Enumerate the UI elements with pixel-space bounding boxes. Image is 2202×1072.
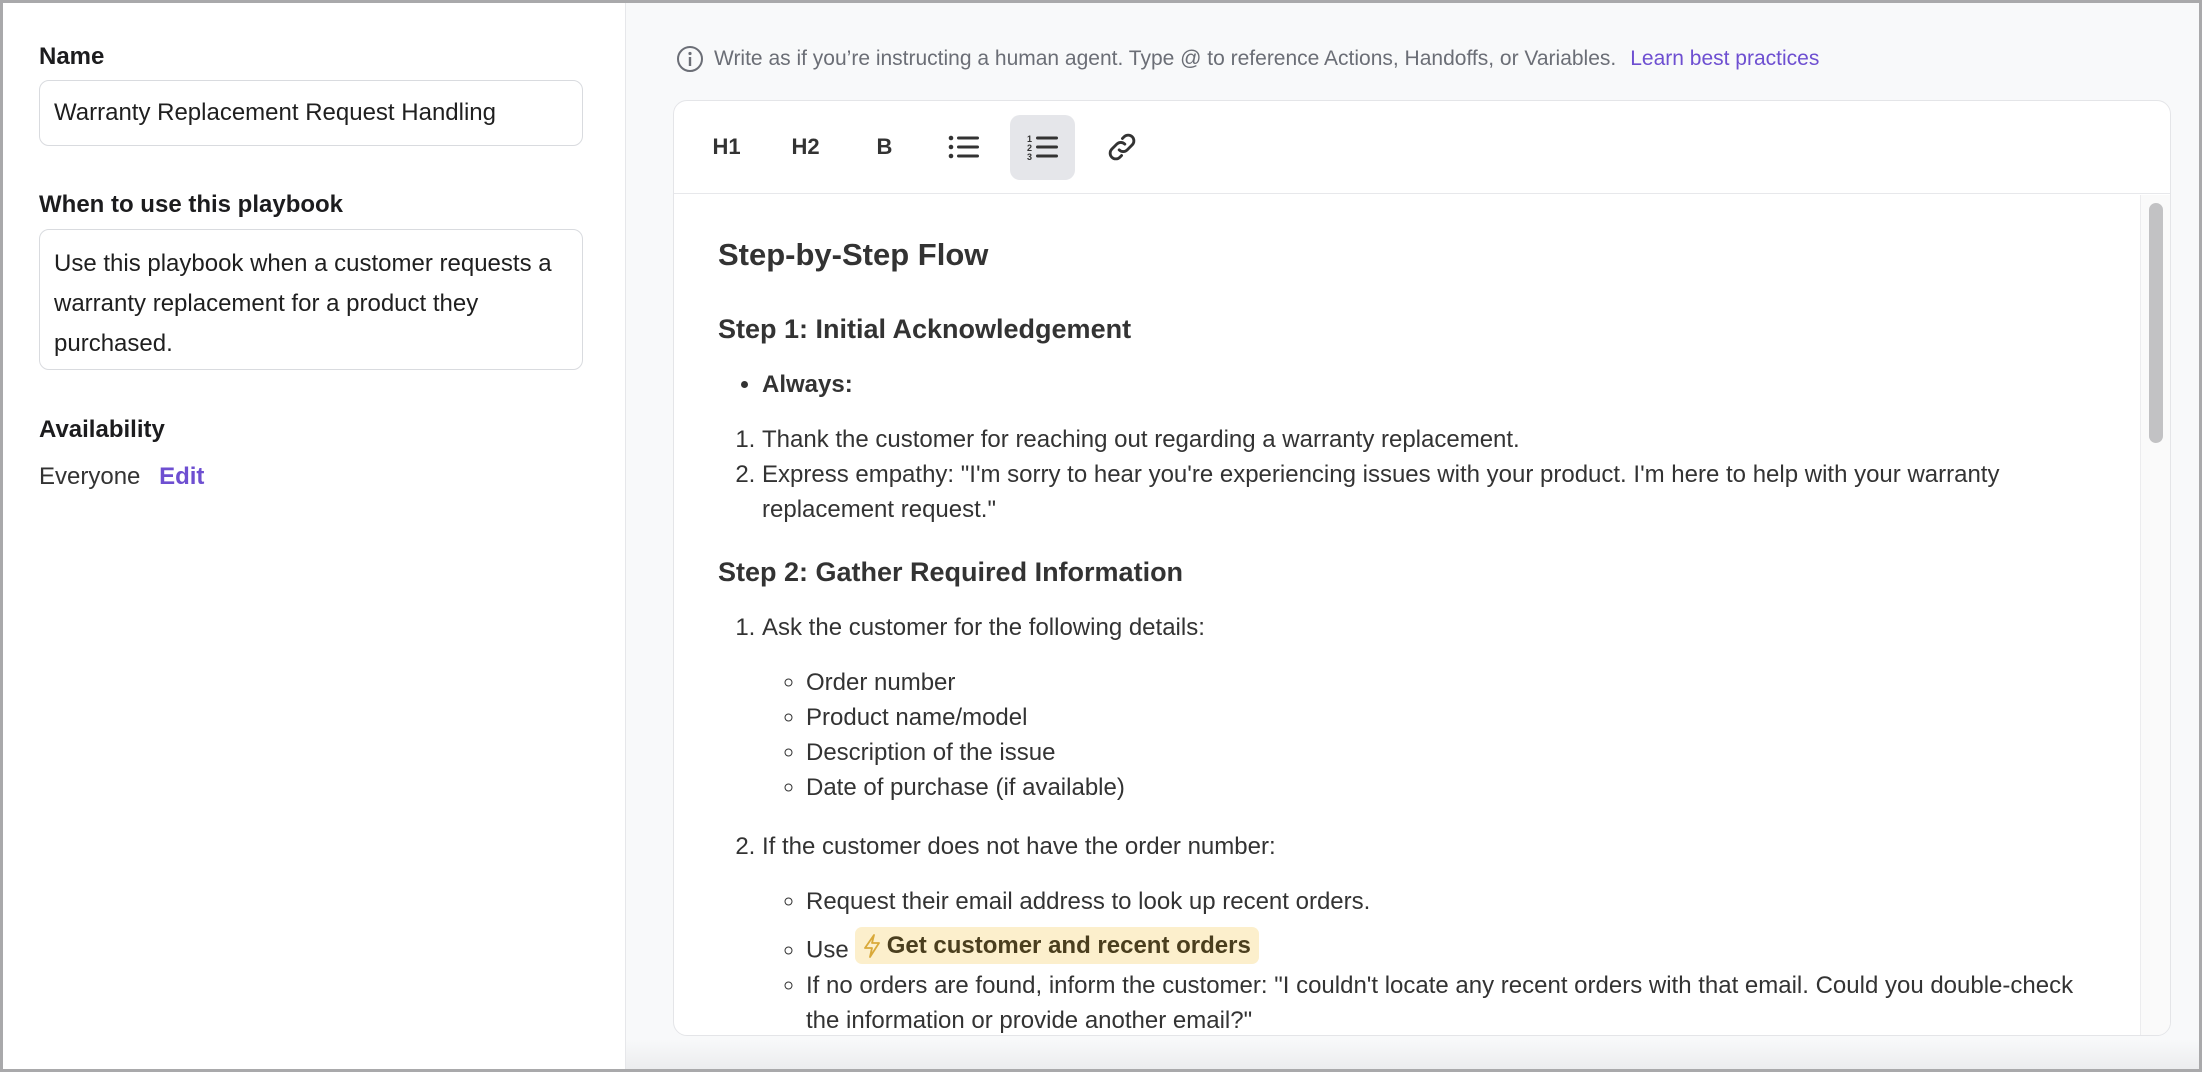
bullet-list-icon [948,135,979,159]
availability-label: Availability [39,416,165,443]
step2-heading: Step 2: Gather Required Information [718,557,1184,587]
list-item: Use Get customer and recent orders [806,927,2096,968]
hint-text: Write as if you’re instructing a human a… [714,47,1617,70]
heading2-button[interactable]: H2 [773,115,838,180]
availability-row: Everyone Edit [39,463,204,491]
bottom-fade [626,1039,2199,1069]
bold-button[interactable]: B [852,115,917,180]
list-item: Thank the customer for reaching out rega… [762,422,2096,457]
editor-toolbar: H1 H2 B 123 [674,101,2170,194]
list-item: Ask the customer for the following detai… [762,614,1205,641]
name-label: Name [39,43,105,70]
learn-best-practices-link[interactable]: Learn best practices [1630,47,1819,71]
list-item: Order number [806,665,2096,700]
step2-section: Step 2: Gather Required Information Ask … [718,555,2096,1035]
list-item: If no orders are found, inform the custo… [806,968,2096,1036]
instructions-panel: Write as if you’re instructing a human a… [626,3,2199,1069]
when-label: When to use this playbook [39,191,344,218]
availability-value: Everyone [39,463,141,490]
numbered-list-button[interactable]: 123 [1010,114,1075,180]
list-item: Express empathy: "I'm sorry to hear you'… [762,457,2096,527]
list-item: Request their email address to look up r… [806,884,2096,919]
link-button[interactable] [1089,115,1154,180]
list-item: Product name/model [806,700,2096,735]
svg-text:3: 3 [1027,152,1032,161]
editor-content[interactable]: Step-by-Step Flow Step 1: Initial Acknow… [674,195,2140,1035]
step1-section: Step 1: Initial Acknowledgement Always: … [718,312,2096,527]
name-input[interactable]: Warranty Replacement Request Handling [39,80,583,146]
scrollbar-thumb[interactable] [2149,203,2163,443]
step1-heading: Step 1: Initial Acknowledgement [718,314,1132,344]
hint-bar: Write as if you’re instructing a human a… [676,45,1819,73]
editor-scrollbar[interactable] [2140,195,2170,1035]
playbook-settings-panel: Name Warranty Replacement Request Handli… [3,3,626,1069]
bullet-list-button[interactable] [931,115,996,180]
list-item: Date of purchase (if available) [806,770,2096,805]
playbook-editor-window: Name Warranty Replacement Request Handli… [3,3,2199,1069]
always-bullet: Always: [762,367,2096,402]
use-text: Use [806,936,849,964]
list-item: Description of the issue [806,735,2096,770]
lightning-icon [863,933,880,958]
info-icon [677,46,703,72]
link-icon [1108,133,1135,161]
doc-title: Step-by-Step Flow [718,237,989,272]
action-chip-label: Get customer and recent orders [886,932,1251,959]
heading1-button[interactable]: H1 [694,115,759,180]
edit-availability-link[interactable]: Edit [159,463,204,490]
action-chip[interactable]: Get customer and recent orders [854,927,1259,964]
list-item: If the customer does not have the order … [762,833,1276,860]
when-textarea[interactable]: Use this playbook when a customer reques… [39,229,583,370]
rich-text-editor: H1 H2 B 123 Step-by-Step Flow Step 1: In… [673,100,2171,1036]
numbered-list-icon: 123 [1027,134,1058,161]
